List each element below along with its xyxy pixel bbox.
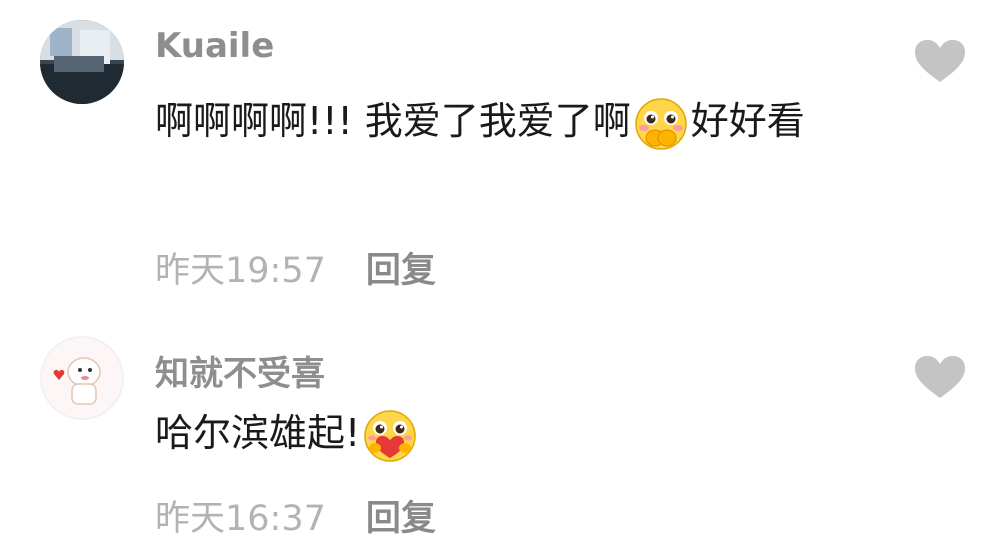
like-button[interactable] <box>915 356 965 400</box>
reply-button[interactable]: 回复 <box>366 251 436 291</box>
avatar[interactable] <box>40 336 124 420</box>
username[interactable]: Kuaile <box>155 26 274 66</box>
reply-button[interactable]: 回复 <box>366 499 436 539</box>
heart-icon <box>915 40 965 82</box>
avatar-photo-icon <box>40 20 124 104</box>
heart-icon <box>915 356 965 398</box>
avatar[interactable] <box>40 20 124 104</box>
comment-text: 啊啊啊啊!!! 我爱了我爱了啊 好好看 <box>155 88 885 154</box>
cartoon-avatar-icon <box>40 336 124 420</box>
comment-text: 哈尔滨雄起! <box>155 400 885 466</box>
username[interactable]: 知就不受喜 <box>155 346 325 395</box>
comment-meta: 昨天16:37 回复 <box>155 490 436 541</box>
comment-text-part: 啊啊啊啊!!! 我爱了我爱了啊 <box>155 99 631 143</box>
like-button[interactable] <box>915 40 965 84</box>
heart-hug-emoji <box>364 409 416 462</box>
comment-meta: 昨天19:57 回复 <box>155 242 436 293</box>
comment-text-part: 好好看 <box>690 99 805 143</box>
timestamp: 昨天16:37 <box>155 499 326 539</box>
timestamp: 昨天19:57 <box>155 251 326 291</box>
shy-blush-emoji <box>635 97 687 150</box>
comment-text-part: 哈尔滨雄起! <box>155 411 361 455</box>
